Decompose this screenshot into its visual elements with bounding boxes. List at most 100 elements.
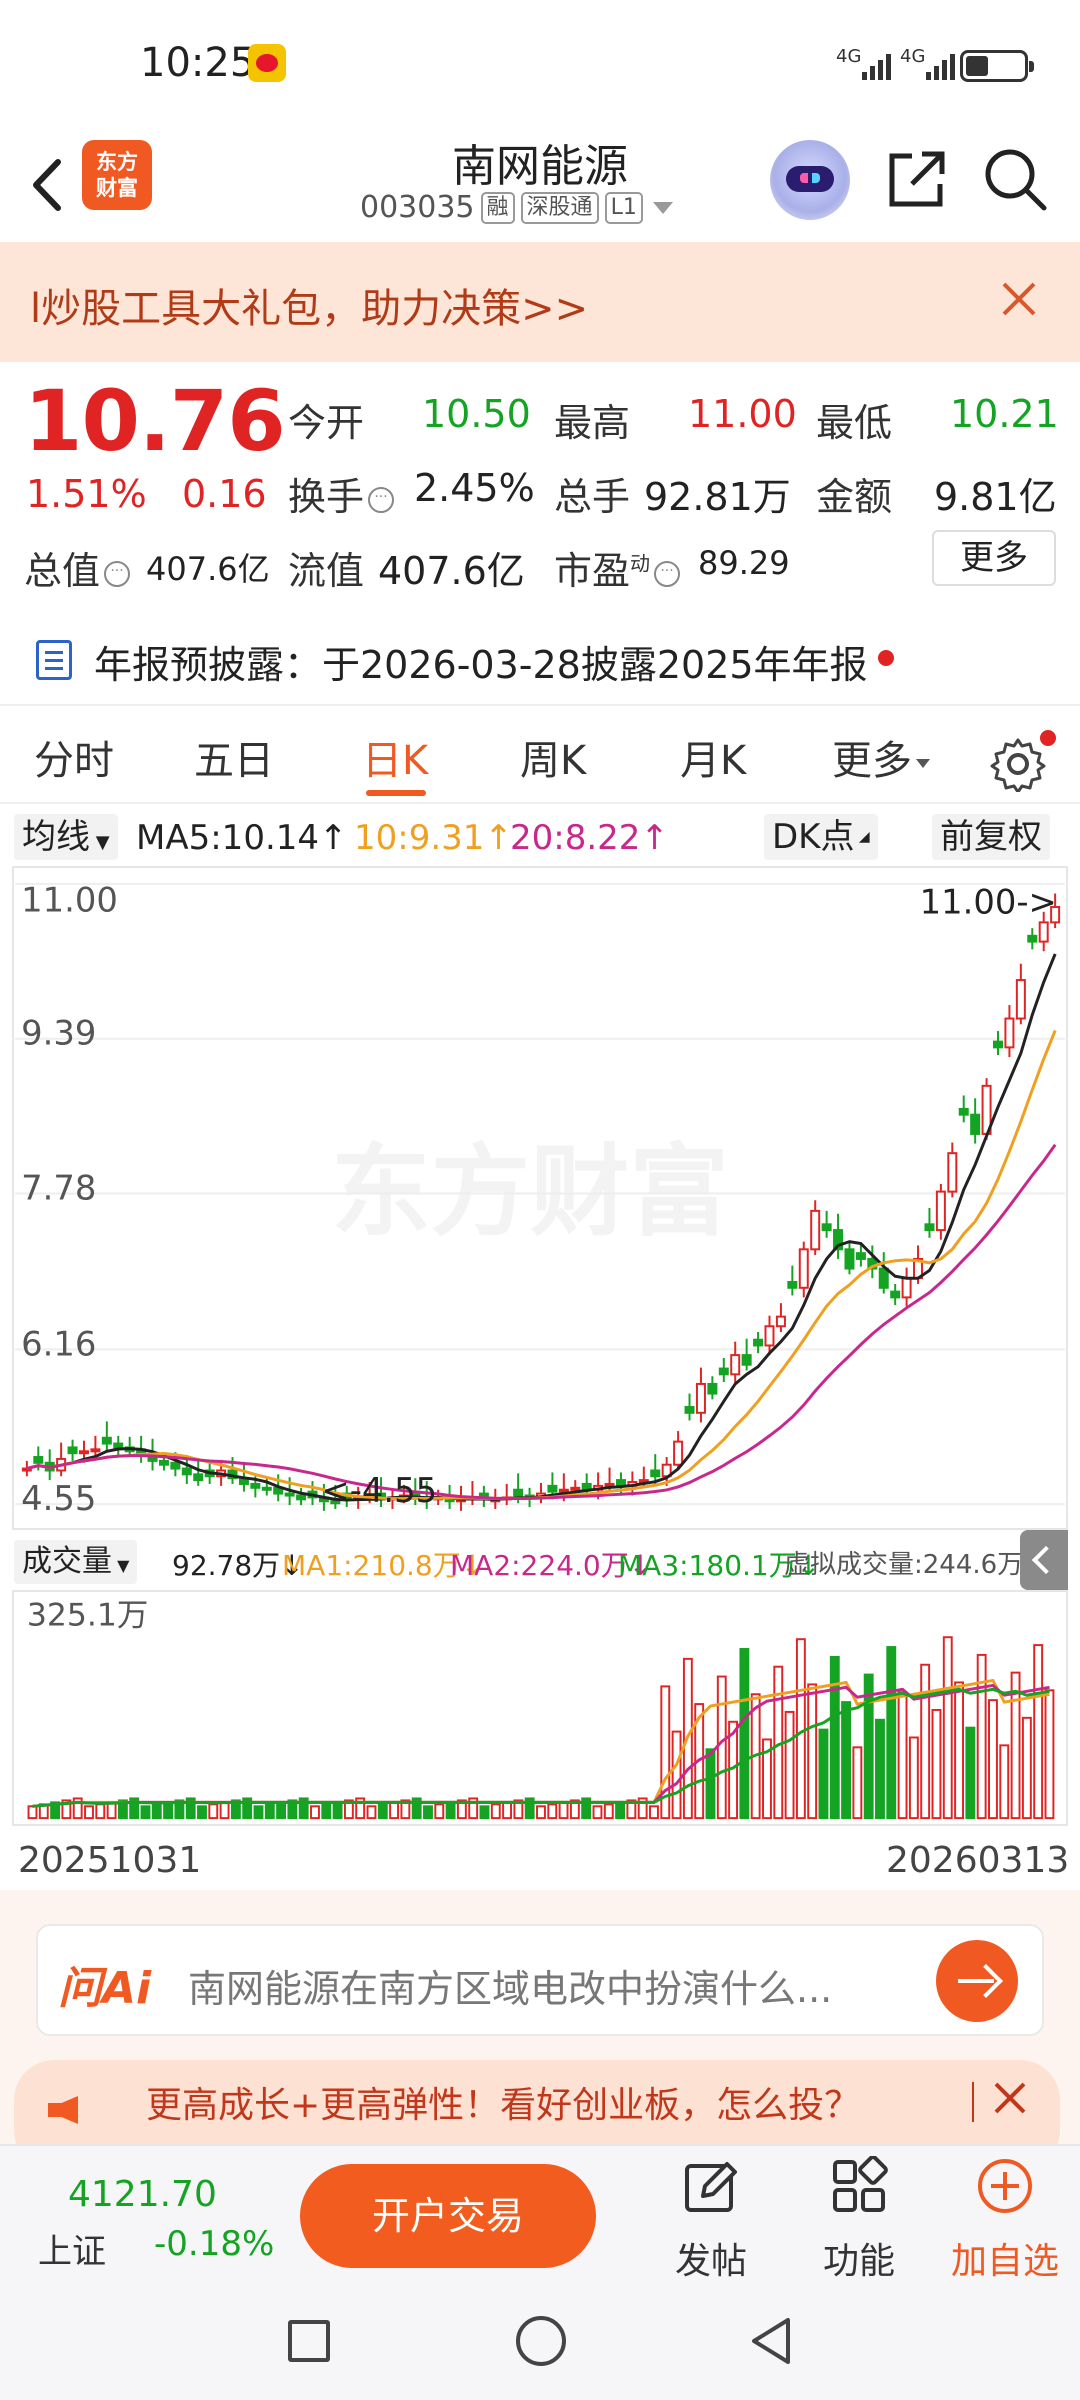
volume-bar — [807, 1683, 818, 1820]
mktcap-label[interactable]: 总值 ··· — [24, 540, 134, 595]
annual-report-notice[interactable]: 年报预披露：于2026-03-28披露2025年年报 — [0, 620, 1080, 700]
volume-bar — [592, 1805, 603, 1820]
low-label: 最低 — [816, 401, 893, 445]
volume-bar — [479, 1805, 490, 1820]
y-tick-label: 4.55 — [21, 1479, 96, 1518]
recent-apps-icon[interactable] — [288, 2320, 330, 2362]
candle-body — [33, 1456, 44, 1464]
candle-body — [261, 1486, 272, 1491]
add-watchlist-button[interactable]: 加自选 — [950, 2156, 1060, 2284]
arrow-right-icon[interactable] — [936, 1940, 1018, 2022]
ai-logo: 问Ai — [58, 1963, 152, 2014]
more-fields-button[interactable]: 更多 — [932, 530, 1056, 586]
volume-ma-line — [32, 1687, 1050, 1808]
volume-bar — [423, 1805, 433, 1820]
post-button[interactable]: 发帖 — [656, 2156, 766, 2284]
float-value: 407.6亿 — [378, 549, 525, 593]
ad-banner-inner[interactable]: 更高成长+更高弹性！看好创业板，怎么投？ — [14, 2060, 1060, 2144]
notification-dot — [1040, 730, 1056, 746]
dk-point-button[interactable]: DK点 ◢ — [764, 814, 878, 860]
volume-bar — [931, 1708, 942, 1820]
promo-text[interactable]: l炒股工具大礼包，助力决策>> — [30, 276, 588, 334]
volume-bar — [671, 1730, 682, 1820]
ma-selector[interactable]: 均线 ▼ — [14, 814, 118, 860]
tab-weekly-k[interactable]: 周K — [520, 728, 586, 786]
volume-bar — [140, 1805, 151, 1820]
open-trade-button[interactable]: 开户交易 — [300, 2164, 596, 2268]
collapse-handle[interactable] — [1020, 1530, 1068, 1590]
candle-body — [1038, 921, 1049, 943]
tab-intraday[interactable]: 分时 — [34, 728, 114, 786]
ad-banner[interactable]: 更高成长+更高弹性！看好创业板，怎么投？ — [0, 2040, 1080, 2144]
last-price: 10.76 — [24, 372, 286, 470]
volume-bar — [705, 1748, 716, 1820]
weibo-icon — [248, 44, 286, 82]
plus-circle-icon — [978, 2159, 1032, 2213]
close-icon[interactable] — [990, 2078, 1030, 2118]
high-marker: 11.00-> — [920, 883, 1057, 922]
battery-icon — [960, 50, 1034, 82]
promo-banner[interactable]: l炒股工具大礼包，助力决策>> — [0, 242, 1080, 362]
index-value[interactable]: 4121.70 — [68, 2174, 217, 2215]
end-date: 20260313 — [886, 1840, 1070, 1881]
candle-body — [695, 1382, 706, 1414]
watermark: 东方财富 — [331, 1135, 729, 1250]
notice-text: 年报预披露：于2026-03-28披露2025年年报 — [94, 643, 868, 687]
candle-body — [650, 1469, 661, 1478]
volume-bar — [784, 1710, 795, 1820]
volume-bar — [875, 1718, 885, 1820]
volume-chart[interactable]: 325.1万 — [12, 1590, 1068, 1826]
ai-question-text[interactable]: 南网能源在南方区域电改中扮演什么... — [188, 1958, 832, 2013]
tab-five-day[interactable]: 五日 — [194, 728, 274, 786]
candle-body — [787, 1281, 798, 1289]
turnover-label[interactable]: 换手 ··· — [288, 466, 398, 521]
volume-label: 总手 — [554, 475, 631, 519]
index-change[interactable]: -0.18% — [154, 2224, 274, 2264]
tab-daily-k[interactable]: 日K — [362, 728, 428, 786]
chevron-down-icon — [916, 758, 930, 768]
candle-body — [513, 1488, 524, 1497]
ma10-line — [26, 1029, 1057, 1501]
adjust-button[interactable]: 前复权 — [932, 814, 1050, 860]
close-icon[interactable] — [996, 276, 1042, 322]
tab-more[interactable]: 更多 — [832, 728, 930, 786]
candle-body — [90, 1448, 101, 1453]
ma20-value: 20:8.22↑ — [510, 818, 669, 858]
volume-bar — [151, 1803, 162, 1820]
volume-bar — [264, 1803, 275, 1820]
candle-body — [924, 1223, 935, 1232]
back-triangle-icon[interactable] — [748, 2316, 794, 2366]
virtual-volume: 虚拟成交量:244.6万 — [784, 1550, 1024, 1580]
ad-text[interactable]: 更高成长+更高弹性！看好创业板，怎么投？ — [146, 2076, 860, 2128]
eastmoney-logo[interactable]: 东方 财富 — [82, 140, 152, 210]
ai-question-box[interactable]: 问Ai 南网能源在南方区域电改中扮演什么... — [36, 1924, 1044, 2036]
pe-label[interactable]: 市盈动 ··· — [554, 540, 684, 595]
low-marker: <-4.55 — [321, 1471, 437, 1510]
candle-body — [821, 1223, 832, 1232]
home-icon[interactable] — [516, 2316, 566, 2366]
volume-selector[interactable]: 成交量 ▼ — [14, 1540, 138, 1584]
volume-bar — [536, 1805, 546, 1820]
kline-chart[interactable]: 东方财富 11.00 9.39 7.78 6.16 4.55 11.00-> <-4.55 — [12, 866, 1068, 1530]
ai-robot-icon[interactable] — [770, 140, 850, 220]
candle-body — [67, 1446, 78, 1455]
volume-bar — [908, 1736, 919, 1820]
candle-body — [181, 1467, 192, 1476]
stock-code-row[interactable]: 003035 融 深股通 L1 — [360, 190, 673, 225]
search-icon[interactable] — [980, 144, 1050, 214]
candle-body — [947, 1152, 958, 1193]
functions-button[interactable]: 功能 — [804, 2155, 914, 2284]
document-icon — [36, 640, 72, 680]
gear-icon[interactable] — [990, 736, 1046, 792]
share-icon[interactable] — [882, 144, 952, 214]
quote-panel: 10.76 1.51% 0.16 今开 10.50 最高 11.00 最低 10… — [0, 362, 1080, 602]
post-label: 发帖 — [674, 2241, 747, 2282]
tab-more-label: 更多 — [832, 738, 912, 784]
grid-icon — [833, 2155, 888, 2212]
volume-bar — [310, 1805, 320, 1820]
tab-monthly-k[interactable]: 月K — [680, 728, 746, 786]
index-name[interactable]: 上证 — [38, 2224, 106, 2273]
logo-line-2: 财富 — [96, 176, 138, 200]
back-arrow-icon[interactable] — [22, 150, 82, 220]
chevron-down-icon — [652, 201, 673, 214]
